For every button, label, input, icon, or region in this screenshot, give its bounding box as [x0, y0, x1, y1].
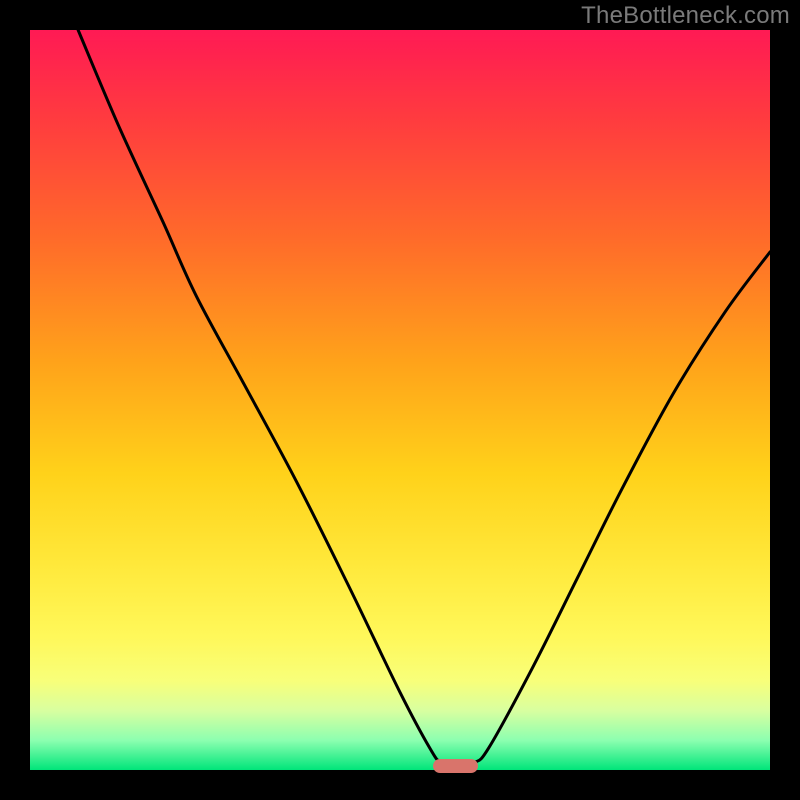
- curve-path: [78, 30, 770, 766]
- chart-frame: TheBottleneck.com: [0, 0, 800, 800]
- plot-area: [30, 30, 770, 770]
- watermark-text: TheBottleneck.com: [581, 2, 790, 30]
- apex-marker: [433, 759, 479, 772]
- bottleneck-curve: [30, 30, 770, 770]
